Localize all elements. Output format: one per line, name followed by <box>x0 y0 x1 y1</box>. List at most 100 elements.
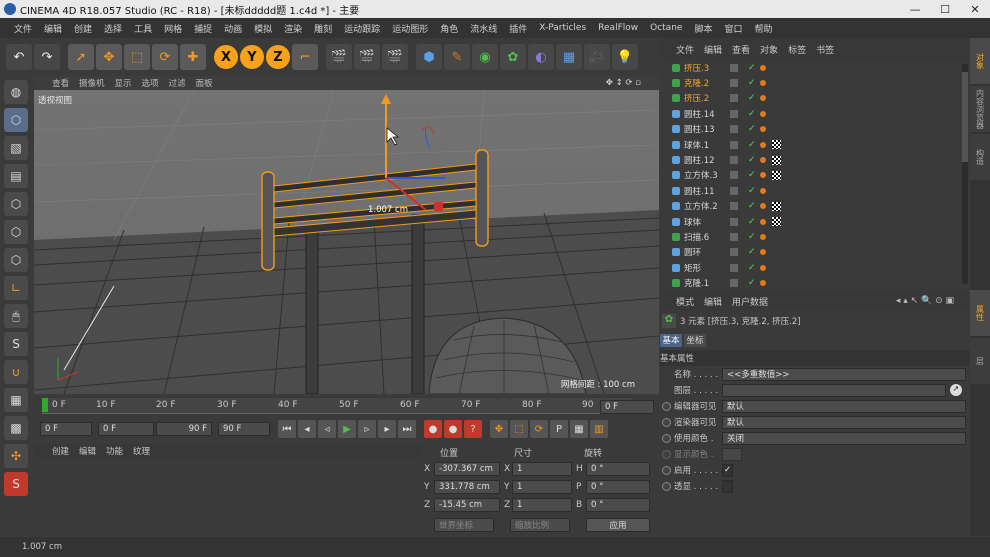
tab-basic[interactable]: 基本 <box>660 333 682 347</box>
menu-snap[interactable]: 捕捉 <box>188 22 218 35</box>
render-view-icon[interactable]: 🎬 <box>326 44 352 70</box>
menu-edit[interactable]: 编辑 <box>38 22 68 35</box>
render-visible-radio[interactable] <box>662 417 671 427</box>
render-visible-select[interactable]: 默认 <box>722 415 966 429</box>
vp-menu-options[interactable]: 选项 <box>142 77 159 89</box>
enabled-check-icon[interactable]: ✓ <box>748 232 756 242</box>
cloner-icon[interactable]: ✿ <box>500 44 526 70</box>
object-row[interactable]: 扫描.6 ✓ <box>660 229 970 244</box>
timeline-window-icon[interactable]: ▥ <box>590 420 608 438</box>
undo-icon[interactable]: ↶ <box>6 44 32 70</box>
phong-tag-icon[interactable] <box>760 233 766 240</box>
editor-visible-radio[interactable] <box>662 401 671 411</box>
object-row[interactable]: 挤压.2 ✓ <box>660 91 970 106</box>
live-select-icon[interactable]: ✚ <box>180 44 206 70</box>
pos-y-field[interactable]: 331.778 cm <box>434 480 500 494</box>
make-editable-icon[interactable]: ◍ <box>4 80 28 104</box>
layer-field[interactable] <box>722 383 946 397</box>
attr-menu-userdata[interactable]: 用户数据 <box>732 295 768 308</box>
mat-menu-texture[interactable]: 纹理 <box>133 445 150 457</box>
phong-tag-icon[interactable] <box>760 203 766 210</box>
menu-mesh[interactable]: 网格 <box>158 22 188 35</box>
menu-pipeline[interactable]: 流水线 <box>464 22 503 35</box>
key-position-icon[interactable]: ✥ <box>490 420 508 438</box>
enabled-check-icon[interactable]: ✓ <box>748 124 756 134</box>
menu-motion-tracking[interactable]: 运动跟踪 <box>338 22 386 35</box>
enabled-check-icon[interactable]: ✓ <box>748 263 756 273</box>
menu-tools[interactable]: 工具 <box>128 22 158 35</box>
script-icon[interactable]: S <box>4 472 28 496</box>
object-row[interactable]: 圆柱.12 ✓ <box>660 152 970 167</box>
enabled-radio[interactable] <box>662 465 671 475</box>
object-name[interactable]: 圆柱.12 <box>684 154 715 166</box>
phong-tag-icon[interactable] <box>760 157 766 164</box>
attr-menu-edit[interactable]: 编辑 <box>704 295 722 308</box>
menu-realflow[interactable]: RealFlow <box>592 23 644 33</box>
material-tag-icon[interactable] <box>772 201 781 211</box>
menu-simulate[interactable]: 模拟 <box>248 22 278 35</box>
timeline[interactable]: 0 F 10 F 20 F 30 F 40 F 50 F 60 F 70 F 8… <box>34 396 659 418</box>
start-frame-field[interactable]: 0 F <box>40 422 92 436</box>
object-row[interactable]: 挤压.3 ✓ <box>660 60 970 75</box>
xray-checkbox[interactable] <box>722 479 733 493</box>
object-row[interactable]: 球体.1 ✓ <box>660 137 970 152</box>
visibility-dots-icon[interactable] <box>730 232 738 241</box>
phong-tag-icon[interactable] <box>760 110 766 117</box>
pen-spline-icon[interactable]: ✎ <box>444 44 470 70</box>
prev-frame-icon[interactable]: ◃ <box>318 420 336 438</box>
object-name[interactable]: 克隆.1 <box>684 277 709 289</box>
material-tag-icon[interactable] <box>772 155 781 165</box>
enabled-check-icon[interactable]: ✓ <box>748 278 756 288</box>
side-tab-attributes[interactable]: 属性 <box>970 290 990 336</box>
material-tag-icon[interactable] <box>772 170 781 180</box>
visibility-dots-icon[interactable] <box>730 156 738 165</box>
maximize-button[interactable]: ☐ <box>930 0 960 18</box>
display-color-swatch[interactable] <box>722 447 742 461</box>
end-frame-field[interactable]: 90 F <box>218 422 270 436</box>
object-name[interactable]: 挤压.2 <box>684 92 709 104</box>
object-row[interactable]: 圆环 ✓ <box>660 245 970 260</box>
menu-mograph[interactable]: 运动图形 <box>386 22 434 35</box>
size-y-field[interactable]: 1 <box>512 480 572 494</box>
rot-p-field[interactable]: 0 ° <box>586 480 650 494</box>
object-row[interactable]: 克隆.2 ✓ <box>660 75 970 90</box>
object-name[interactable]: 立方体.3 <box>684 169 718 181</box>
visibility-dots-icon[interactable] <box>730 279 738 288</box>
select-pointer-icon[interactable]: ➚ <box>68 44 94 70</box>
next-frame-icon[interactable]: ▹ <box>358 420 376 438</box>
object-name[interactable]: 球体.1 <box>684 139 709 151</box>
visibility-dots-icon[interactable] <box>730 109 738 118</box>
symmetry-icon[interactable]: ✣ <box>4 444 28 468</box>
object-name[interactable]: 克隆.2 <box>684 77 709 89</box>
workplane-icon[interactable]: ▤ <box>4 164 28 188</box>
object-name[interactable]: 扫描.6 <box>684 231 709 243</box>
polygons-mode-icon[interactable]: ⬡ <box>4 248 28 272</box>
key-param-icon[interactable]: P <box>550 420 568 438</box>
enabled-check-icon[interactable]: ✓ <box>748 63 756 73</box>
goto-end-icon[interactable]: ⏭ <box>398 420 416 438</box>
object-name[interactable]: 圆柱.13 <box>684 123 715 135</box>
key-rotation-icon[interactable]: ⟳ <box>530 420 548 438</box>
move-icon[interactable]: ✥ <box>96 44 122 70</box>
side-tab-structure[interactable]: 构造 <box>970 134 990 180</box>
name-field[interactable]: <<多重数值>> <box>722 367 966 381</box>
phong-tag-icon[interactable] <box>760 187 766 194</box>
visibility-dots-icon[interactable] <box>730 217 738 226</box>
object-list-scrollbar[interactable] <box>962 64 968 284</box>
menu-file[interactable]: 文件 <box>8 22 38 35</box>
om-menu-edit[interactable]: 编辑 <box>704 43 722 56</box>
deformer-icon[interactable]: ◐ <box>528 44 554 70</box>
visibility-dots-icon[interactable] <box>730 263 738 272</box>
phong-tag-icon[interactable] <box>760 249 766 256</box>
cube-primitive-icon[interactable]: ⬢ <box>416 44 442 70</box>
display-color-radio[interactable] <box>662 449 671 459</box>
object-row[interactable]: 圆柱.13 ✓ <box>660 122 970 137</box>
menu-script[interactable]: 脚本 <box>688 22 718 35</box>
phong-tag-icon[interactable] <box>760 126 766 133</box>
om-menu-file[interactable]: 文件 <box>676 43 694 56</box>
axis-mode-icon[interactable]: ∟ <box>4 276 28 300</box>
om-menu-bookmarks[interactable]: 书签 <box>816 43 834 56</box>
rotate-icon[interactable]: ⟳ <box>152 44 178 70</box>
object-name[interactable]: 圆环 <box>684 246 701 258</box>
visibility-dots-icon[interactable] <box>730 79 738 88</box>
